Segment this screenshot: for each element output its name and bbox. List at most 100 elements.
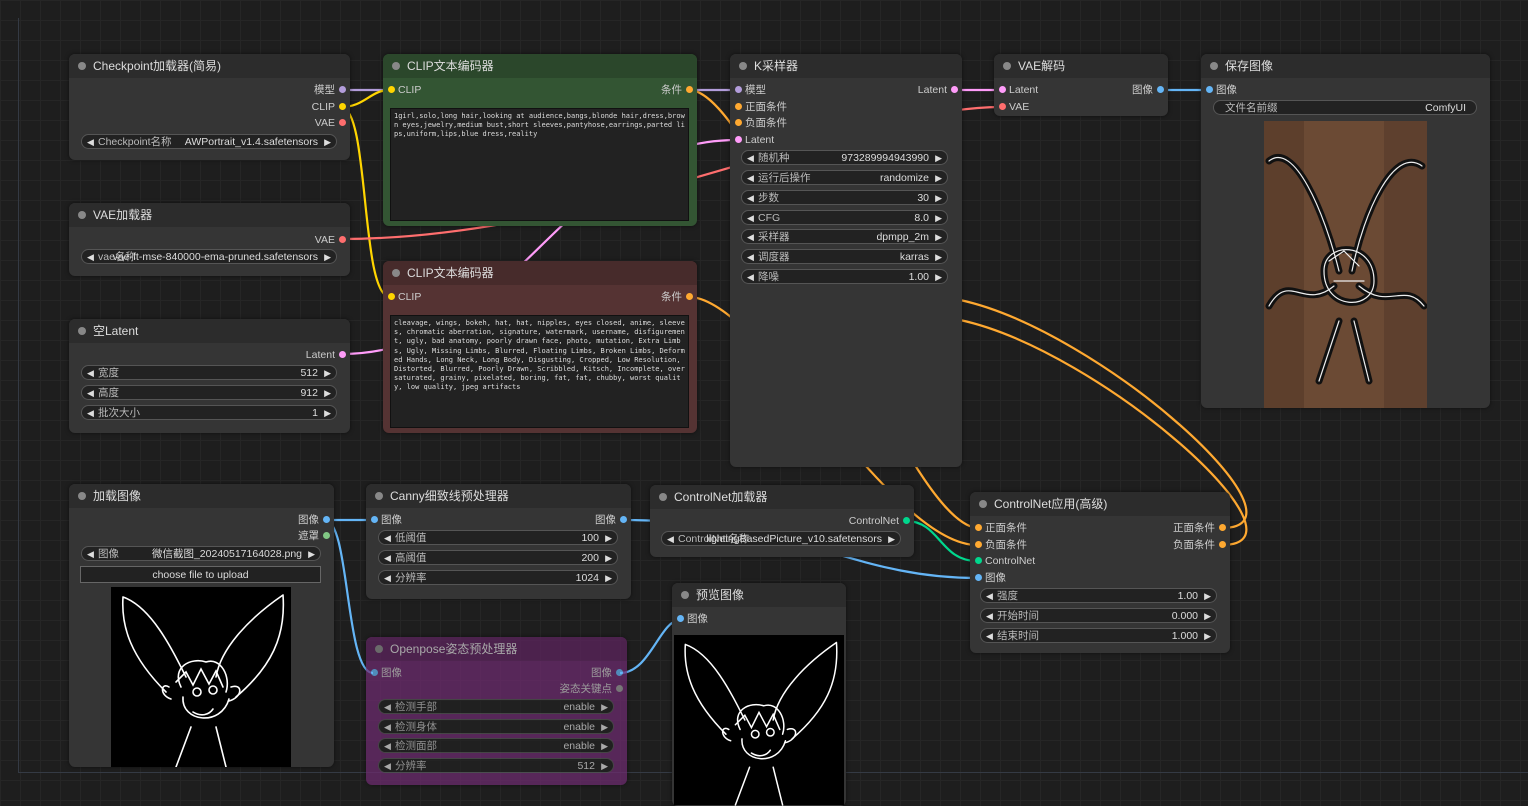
output-image[interactable]: 图像: [595, 513, 631, 527]
sampler-widget[interactable]: ◀ 采样器 dpmpp_2m ▶: [741, 229, 948, 244]
arrow-right-icon[interactable]: ▶: [1204, 589, 1211, 604]
node-title[interactable]: CLIP文本编码器: [383, 261, 697, 285]
node-openpose-preprocessor[interactable]: Openpose姿态预处理器 图像 图像 姿态关键点 ◀ 检测手部 enable ▶ …: [366, 637, 627, 785]
node-collapse-dot[interactable]: [1210, 62, 1218, 70]
control-after-generate-widget[interactable]: ◀ 运行后操作 randomize ▶: [741, 170, 948, 185]
socket-latent[interactable]: [339, 351, 346, 358]
arrow-right-icon[interactable]: ▶: [935, 230, 942, 245]
detect-body-widget[interactable]: ◀ 检测身体 enable ▶: [378, 719, 614, 734]
input-negative[interactable]: 负面条件: [730, 116, 787, 130]
socket-image[interactable]: [975, 574, 982, 581]
socket-conditioning[interactable]: [975, 541, 982, 548]
upload-button[interactable]: choose file to upload: [80, 566, 321, 583]
output-clip[interactable]: CLIP: [312, 100, 350, 114]
prompt-textarea[interactable]: cleavage, wings, bokeh, hat, hat, nipple…: [390, 315, 689, 428]
arrow-right-icon[interactable]: ▶: [935, 270, 942, 285]
arrow-left-icon[interactable]: ◀: [384, 759, 391, 774]
arrow-right-icon[interactable]: ▶: [601, 720, 608, 735]
arrow-left-icon[interactable]: ◀: [87, 547, 94, 562]
socket-controlnet[interactable]: [903, 517, 910, 524]
arrow-right-icon[interactable]: ▶: [324, 406, 331, 421]
socket-conditioning[interactable]: [1219, 524, 1226, 531]
resolution-widget[interactable]: ◀ 分辨率 1024 ▶: [378, 570, 618, 585]
arrow-left-icon[interactable]: ◀: [87, 406, 94, 421]
node-collapse-dot[interactable]: [979, 500, 987, 508]
node-title[interactable]: 预览图像: [672, 583, 846, 607]
output-conditioning[interactable]: 条件: [661, 83, 697, 97]
node-preview-image[interactable]: 预览图像 图像: [672, 583, 846, 806]
node-title[interactable]: VAE加载器: [69, 203, 350, 227]
socket-latent[interactable]: [999, 86, 1006, 93]
node-clip-text-encode-negative[interactable]: CLIP文本编码器 CLIP 条件 cleavage, wings, bokeh…: [383, 261, 697, 433]
socket-conditioning[interactable]: [735, 103, 742, 110]
socket-clip[interactable]: [339, 103, 346, 110]
arrow-left-icon[interactable]: ◀: [986, 629, 993, 644]
node-collapse-dot[interactable]: [375, 492, 383, 500]
high-threshold-widget[interactable]: ◀ 高阈值 200 ▶: [378, 550, 618, 565]
arrow-left-icon[interactable]: ◀: [747, 151, 754, 166]
input-positive[interactable]: 正面条件: [730, 100, 787, 114]
socket-image[interactable]: [677, 615, 684, 622]
socket-clip[interactable]: [388, 86, 395, 93]
input-latent[interactable]: Latent: [730, 133, 774, 147]
output-image[interactable]: 图像: [591, 666, 627, 680]
socket-conditioning[interactable]: [686, 293, 693, 300]
node-title[interactable]: 空Latent: [69, 319, 350, 343]
input-latent[interactable]: Latent: [994, 83, 1038, 97]
arrow-right-icon[interactable]: ▶: [324, 366, 331, 381]
node-title[interactable]: VAE解码: [994, 54, 1168, 78]
socket-model[interactable]: [339, 86, 346, 93]
node-title[interactable]: ControlNet应用(高级): [970, 492, 1230, 516]
node-checkpoint-loader[interactable]: Checkpoint加载器(简易) 模型 CLIP VAE ◀ Checkpoi…: [69, 54, 350, 160]
socket-model[interactable]: [735, 86, 742, 93]
arrow-right-icon[interactable]: ▶: [1204, 629, 1211, 644]
arrow-left-icon[interactable]: ◀: [747, 171, 754, 186]
seed-widget[interactable]: ◀ 随机种 973289994943990 ▶: [741, 150, 948, 165]
detect-hand-widget[interactable]: ◀ 检测手部 enable ▶: [378, 699, 614, 714]
node-save-image[interactable]: 保存图像 图像 文件名前缀 ComfyUI: [1201, 54, 1490, 408]
arrow-right-icon[interactable]: ▶: [1204, 609, 1211, 624]
output-image[interactable]: 图像: [298, 513, 334, 527]
node-canny-preprocessor[interactable]: Canny细致线预处理器 图像 图像 ◀ 低阈值 100 ▶ ◀ 高阈值 200 ▶ ◀ 分辨…: [366, 484, 631, 599]
arrow-left-icon[interactable]: ◀: [667, 532, 674, 547]
node-empty-latent[interactable]: 空Latent Latent ◀ 宽度 512 ▶ ◀ 高度 912 ▶ ◀ 批次大小 1 ▶: [69, 319, 350, 433]
socket-clip[interactable]: [388, 293, 395, 300]
node-title[interactable]: Canny细致线预处理器: [366, 484, 631, 508]
controlnet-name-combo[interactable]: ◀ ControlNet名称 lightingBasedPicture_v10.sa…: [661, 531, 901, 546]
arrow-right-icon[interactable]: ▶: [605, 571, 612, 586]
node-collapse-dot[interactable]: [392, 62, 400, 70]
ckpt-name-combo[interactable]: ◀ Checkpoint名称 AWPortrait_v1.4.safetenso…: [81, 134, 337, 149]
output-negative[interactable]: 负面条件: [1173, 538, 1230, 552]
socket-pose[interactable]: [616, 685, 623, 692]
output-pose-keypoint[interactable]: 姿态关键点: [560, 682, 628, 696]
node-clip-text-encode-positive[interactable]: CLIP文本编码器 CLIP 条件 1girl,solo,long hair,l…: [383, 54, 697, 226]
prompt-textarea[interactable]: 1girl,solo,long hair,looking at audience…: [390, 108, 689, 221]
socket-controlnet[interactable]: [975, 557, 982, 564]
node-title[interactable]: 保存图像: [1201, 54, 1490, 78]
arrow-left-icon[interactable]: ◀: [747, 250, 754, 265]
denoise-widget[interactable]: ◀ 降噪 1.00 ▶: [741, 269, 948, 284]
low-threshold-widget[interactable]: ◀ 低阈值 100 ▶: [378, 530, 618, 545]
vae-name-combo[interactable]: ◀ vae名称 vae-ft-mse-840000-ema-pruned.saf…: [81, 249, 337, 264]
arrow-left-icon[interactable]: ◀: [87, 386, 94, 401]
node-collapse-dot[interactable]: [375, 645, 383, 653]
socket-latent[interactable]: [735, 136, 742, 143]
input-image[interactable]: 图像: [970, 571, 1006, 585]
node-vae-decode[interactable]: VAE解码 Latent 图像 VAE: [994, 54, 1168, 116]
node-title[interactable]: CLIP文本编码器: [383, 54, 697, 78]
arrow-left-icon[interactable]: ◀: [747, 191, 754, 206]
output-vae[interactable]: VAE: [315, 116, 350, 130]
socket-vae[interactable]: [339, 119, 346, 126]
socket-conditioning[interactable]: [1219, 541, 1226, 548]
input-clip[interactable]: CLIP: [383, 83, 421, 97]
socket-image[interactable]: [371, 669, 378, 676]
batch-size-widget[interactable]: ◀ 批次大小 1 ▶: [81, 405, 337, 420]
node-vae-loader[interactable]: VAE加载器 VAE ◀ vae名称 vae-ft-mse-840000-ema…: [69, 203, 350, 276]
start-percent-widget[interactable]: ◀ 开始时间 0.000 ▶: [980, 608, 1217, 623]
arrow-left-icon[interactable]: ◀: [747, 211, 754, 226]
cfg-widget[interactable]: ◀ CFG 8.0 ▶: [741, 210, 948, 225]
socket-conditioning[interactable]: [735, 119, 742, 126]
input-model[interactable]: 模型: [730, 83, 766, 97]
node-collapse-dot[interactable]: [78, 62, 86, 70]
width-widget[interactable]: ◀ 宽度 512 ▶: [81, 365, 337, 380]
